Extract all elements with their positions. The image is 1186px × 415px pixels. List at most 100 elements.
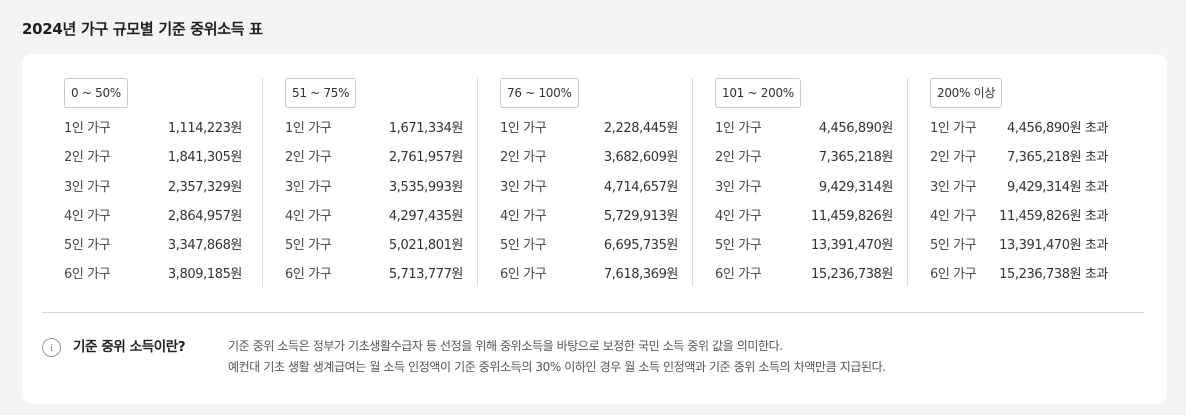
household-size-label: 6인 가구 — [64, 267, 111, 283]
income-amount: 4,297,435원 — [388, 208, 464, 224]
household-size-label: 6인 가구 — [715, 267, 762, 283]
income-columns: 0 ~ 50% 1인 가구 1,114,223원 2인 가구 1,841,305원 3인 … — [64, 78, 1145, 290]
income-amount: 4,456,890원 초과 — [1007, 121, 1108, 136]
income-row: 3인 가구 9,429,314원 — [715, 173, 893, 202]
household-size-label: 4인 가구 — [500, 208, 547, 224]
divider — [42, 312, 1144, 313]
household-size-label: 4인 가구 — [64, 208, 111, 224]
income-amount: 11,459,826원 — [811, 208, 893, 224]
income-row: 3인 가구 9,429,314원 초과 — [930, 173, 1108, 202]
income-amount: 3,682,609원 — [603, 150, 679, 166]
household-size-label: 3인 가구 — [64, 179, 111, 195]
household-size-label: 6인 가구 — [500, 267, 547, 283]
income-row: 5인 가구 13,391,470원 — [715, 231, 893, 260]
income-amount: 3,809,185원 — [167, 267, 243, 283]
income-rows: 1인 가구 1,671,334원 2인 가구 2,761,957원 3인 가구 3,535… — [285, 114, 500, 290]
income-row: 3인 가구 2,357,329원 — [64, 173, 242, 202]
income-row: 6인 가구 7,618,369원 — [500, 260, 678, 289]
income-row: 2인 가구 7,365,218원 초과 — [930, 143, 1108, 172]
income-row: 3인 가구 4,714,657원 — [500, 173, 678, 202]
income-amount: 7,618,369원 — [603, 267, 679, 283]
income-row: 5인 가구 6,695,735원 — [500, 231, 678, 260]
household-size-label: 3인 가구 — [930, 179, 977, 195]
household-size-label: 5인 가구 — [500, 238, 547, 254]
income-row: 4인 가구 5,729,913원 — [500, 202, 678, 231]
income-row: 4인 가구 11,459,826원 초과 — [930, 202, 1108, 231]
income-rows: 1인 가구 2,228,445원 2인 가구 3,682,609원 3인 가구 4,714… — [500, 114, 715, 290]
range-badge: 76 ~ 100% — [500, 78, 579, 108]
income-amount: 5,729,913원 — [603, 208, 679, 224]
income-row: 3인 가구 3,535,993원 — [285, 173, 463, 202]
household-size-label: 2인 가구 — [285, 150, 332, 166]
info-line-2: 예컨대 기초 생활 생계급여는 월 소득 인정액이 기준 중위소득의 30% 이… — [228, 360, 886, 374]
household-size-label: 1인 가구 — [715, 121, 762, 136]
household-size-label: 6인 가구 — [285, 267, 332, 283]
income-row: 2인 가구 7,365,218원 — [715, 143, 893, 172]
income-row: 5인 가구 13,391,470원 초과 — [930, 231, 1108, 260]
income-amount: 3,535,993원 — [388, 179, 464, 195]
median-income-card: 0 ~ 50% 1인 가구 1,114,223원 2인 가구 1,841,305원 3인 … — [22, 54, 1167, 404]
income-row: 5인 가구 5,021,801원 — [285, 231, 463, 260]
income-amount: 13,391,470원 초과 — [999, 238, 1108, 254]
income-amount: 5,713,777원 — [388, 267, 464, 283]
income-amount: 2,228,445원 — [603, 121, 679, 136]
income-amount: 1,114,223원 — [167, 121, 243, 136]
income-row: 1인 가구 4,456,890원 초과 — [930, 114, 1108, 143]
household-size-label: 3인 가구 — [500, 179, 547, 195]
income-amount: 2,761,957원 — [388, 150, 464, 166]
household-size-label: 3인 가구 — [715, 179, 762, 195]
income-amount: 1,841,305원 — [167, 150, 243, 166]
household-size-label: 6인 가구 — [930, 267, 977, 283]
household-size-label: 2인 가구 — [715, 150, 762, 166]
income-amount: 9,429,314원 초과 — [1007, 179, 1108, 195]
income-column: 200% 이상 1인 가구 4,456,890원 초과 2인 가구 7,365,218원… — [907, 78, 1145, 290]
info-title: 기준 중위 소득이란? — [73, 339, 186, 355]
income-amount: 13,391,470원 — [811, 238, 893, 254]
income-amount: 6,695,735원 — [603, 238, 679, 254]
income-row: 4인 가구 11,459,826원 — [715, 202, 893, 231]
income-row: 1인 가구 2,228,445원 — [500, 114, 678, 143]
household-size-label: 4인 가구 — [285, 208, 332, 224]
income-rows: 1인 가구 1,114,223원 2인 가구 1,841,305원 3인 가구 2,357… — [64, 114, 285, 290]
income-amount: 11,459,826원 초과 — [999, 208, 1108, 224]
income-rows: 1인 가구 4,456,890원 초과 2인 가구 7,365,218원 초과 3인 가… — [930, 114, 1145, 290]
range-badge: 51 ~ 75% — [285, 78, 357, 108]
income-row: 1인 가구 1,114,223원 — [64, 114, 242, 143]
income-rows: 1인 가구 4,456,890원 2인 가구 7,365,218원 3인 가구 9,429… — [715, 114, 930, 290]
income-row: 6인 가구 3,809,185원 — [64, 260, 242, 289]
info-icon: i — [42, 338, 61, 357]
income-row: 6인 가구 15,236,738원 초과 — [930, 260, 1108, 289]
household-size-label: 5인 가구 — [64, 238, 111, 254]
income-column: 101 ~ 200% 1인 가구 4,456,890원 2인 가구 7,365,218원… — [692, 78, 930, 290]
info-description: 기준 중위 소득은 정부가 기초생활수급자 등 선정을 위해 중위소득을 바탕으… — [228, 336, 886, 378]
income-row: 4인 가구 2,864,957원 — [64, 202, 242, 231]
household-size-label: 2인 가구 — [64, 150, 111, 166]
info-line-1: 기준 중위 소득은 정부가 기초생활수급자 등 선정을 위해 중위소득을 바탕으… — [228, 339, 783, 353]
income-amount: 1,671,334원 — [388, 121, 464, 136]
income-row: 5인 가구 3,347,868원 — [64, 231, 242, 260]
household-size-label: 1인 가구 — [500, 121, 547, 136]
income-row: 2인 가구 2,761,957원 — [285, 143, 463, 172]
household-size-label: 3인 가구 — [285, 179, 332, 195]
income-row: 6인 가구 5,713,777원 — [285, 260, 463, 289]
income-amount: 5,021,801원 — [388, 238, 464, 254]
household-size-label: 5인 가구 — [930, 238, 977, 254]
household-size-label: 5인 가구 — [285, 238, 332, 254]
income-amount: 4,456,890원 — [818, 121, 894, 136]
income-row: 2인 가구 3,682,609원 — [500, 143, 678, 172]
income-row: 2인 가구 1,841,305원 — [64, 143, 242, 172]
household-size-label: 4인 가구 — [715, 208, 762, 224]
household-size-label: 5인 가구 — [715, 238, 762, 254]
income-column: 0 ~ 50% 1인 가구 1,114,223원 2인 가구 1,841,305원 3인 … — [64, 78, 285, 290]
income-column: 51 ~ 75% 1인 가구 1,671,334원 2인 가구 2,761,957원 3인… — [262, 78, 500, 290]
household-size-label: 2인 가구 — [500, 150, 547, 166]
household-size-label: 1인 가구 — [930, 121, 977, 136]
income-amount: 2,864,957원 — [167, 208, 243, 224]
income-row: 6인 가구 15,236,738원 — [715, 260, 893, 289]
info-section: i 기준 중위 소득이란? 기준 중위 소득은 정부가 기초생활수급자 등 선정… — [42, 336, 886, 378]
income-amount: 15,236,738원 초과 — [999, 267, 1108, 283]
page-title: 2024년 가구 규모별 기준 중위소득 표 — [22, 20, 263, 38]
income-amount: 7,365,218원 — [818, 150, 894, 166]
income-amount: 4,714,657원 — [603, 179, 679, 195]
income-amount: 7,365,218원 초과 — [1007, 150, 1108, 166]
